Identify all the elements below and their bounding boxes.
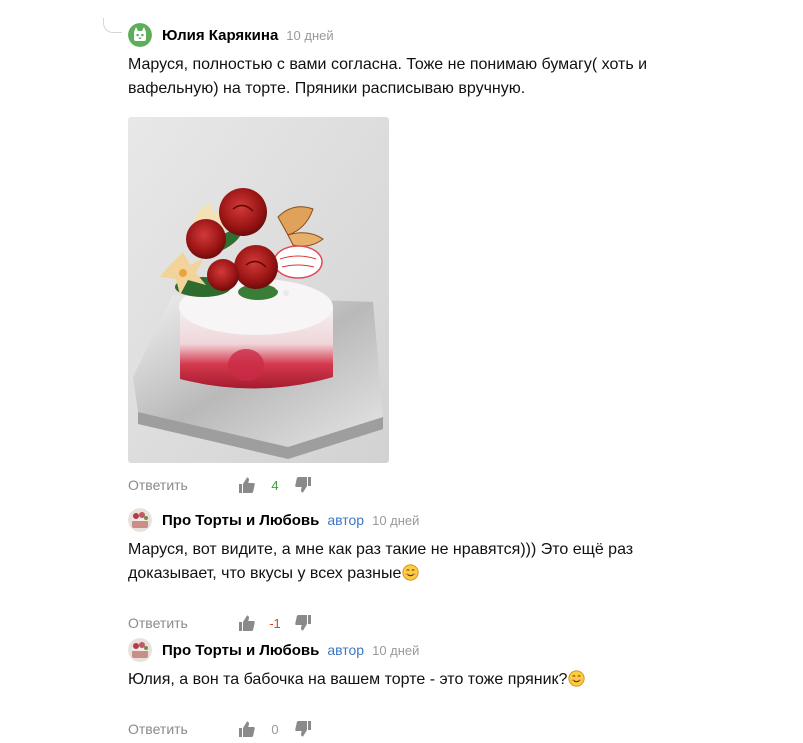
green-cat-avatar-icon [128, 23, 152, 47]
comment-author[interactable]: Про Торты и Любовь [162, 642, 319, 659]
thumbs-up-icon[interactable] [238, 614, 256, 632]
comments-page: Юлия Карякина 10 дней Маруся, полностью … [0, 0, 803, 743]
avatar[interactable] [128, 23, 152, 47]
comment-header: Юлия Карякина 10 дней [128, 22, 688, 48]
author-badge: автор [327, 642, 365, 658]
like-count: 0 [271, 721, 279, 737]
thumbs-up-icon[interactable] [238, 720, 256, 738]
comment-text: Маруся, вот видите, а мне как раз такие … [128, 541, 634, 582]
reply-button[interactable]: Ответить [128, 721, 238, 737]
smiling-face-emoji-icon [402, 564, 419, 581]
comment-author[interactable]: Про Торты и Любовь [162, 512, 319, 529]
comment: Юлия Карякина 10 дней Маруся, полностью … [128, 22, 688, 494]
avatar[interactable] [128, 638, 152, 662]
comment-text: Маруся, полностью с вами согласна. Тоже … [128, 56, 648, 97]
thumbs-down-icon[interactable] [294, 476, 312, 494]
author-badge: автор [327, 512, 365, 528]
thumbs-down-icon[interactable] [294, 720, 312, 738]
comment: Про Торты и Любовь автор 10 дней Маруся,… [128, 507, 688, 632]
comment-actions: Ответить 4 [128, 476, 688, 494]
comment-text-container: Маруся, вот видите, а мне как раз такие … [128, 538, 668, 586]
thumbs-up-icon[interactable] [238, 476, 256, 494]
comment-time: 10 дней [372, 512, 420, 528]
reply-button[interactable]: Ответить [128, 477, 238, 493]
comment-header: Про Торты и Любовь автор 10 дней [128, 507, 688, 533]
comment-time: 10 дней [372, 642, 420, 658]
comment-actions: Ответить 0 [128, 720, 688, 738]
like-count: -1 [269, 615, 281, 631]
cake-avatar-icon [128, 508, 152, 532]
comment-time: 10 дней [286, 27, 334, 43]
comment-author[interactable]: Юлия Карякина [162, 27, 278, 44]
comment-actions: Ответить -1 [128, 614, 688, 632]
cake-avatar-icon [128, 638, 152, 662]
comment-text-container: Юлия, а вон та бабочка на вашем торте - … [128, 668, 668, 692]
thumbs-down-icon[interactable] [294, 614, 312, 632]
avatar[interactable] [128, 508, 152, 532]
smiling-face-emoji-icon [568, 670, 585, 687]
thread-connector-line [103, 18, 122, 33]
reply-button[interactable]: Ответить [128, 615, 238, 631]
comment-text: Юлия, а вон та бабочка на вашем торте - … [128, 671, 568, 688]
comment: Про Торты и Любовь автор 10 дней Юлия, а… [128, 637, 688, 738]
cake-photo[interactable] [128, 117, 389, 463]
like-count: 4 [271, 477, 279, 493]
comment-header: Про Торты и Любовь автор 10 дней [128, 637, 688, 663]
